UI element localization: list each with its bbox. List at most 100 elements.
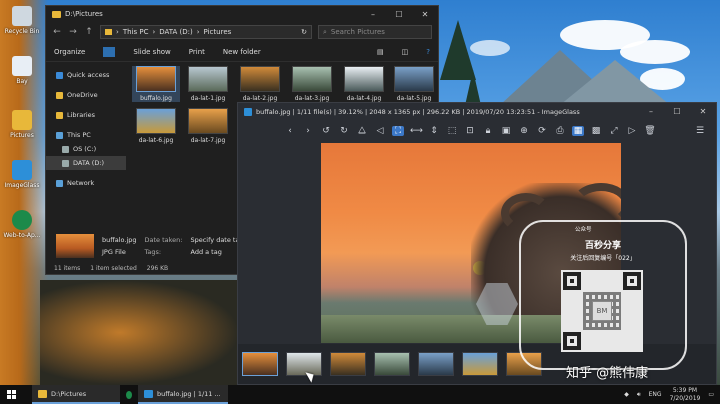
- taskbar-imageglass[interactable]: buffalo.jpg | 1/11 ...: [138, 385, 228, 404]
- checkerboard-icon[interactable]: ▩: [590, 126, 602, 136]
- nav-network[interactable]: Network: [46, 176, 126, 190]
- network-icon[interactable]: ◆: [624, 391, 629, 398]
- imageglass-icon: [144, 389, 153, 398]
- back-arrow-icon[interactable]: ←: [52, 27, 62, 37]
- slideshow-icon[interactable]: ▷: [626, 126, 638, 136]
- fullscreen-icon[interactable]: ⤢: [608, 126, 620, 136]
- recycle-bin-icon: [12, 6, 32, 26]
- file-thumbnail: [344, 66, 384, 92]
- maximize-button[interactable]: ☐: [386, 10, 412, 19]
- address-bar[interactable]: › This PC › DATA (D:) › Pictures ↻: [100, 25, 312, 39]
- status-selected: 1 item selected: [90, 264, 137, 272]
- gallery-thumbnail[interactable]: [242, 352, 278, 376]
- rotate-right-icon[interactable]: ↻: [338, 126, 350, 136]
- file-item[interactable]: da-lat-6.jpg: [132, 108, 180, 144]
- file-item[interactable]: da-lat-5.jpg: [390, 66, 438, 102]
- slideshow-button[interactable]: Slide show: [133, 48, 170, 56]
- maximize-button[interactable]: ☐: [664, 107, 690, 116]
- rotate-left-icon[interactable]: ↺: [320, 126, 332, 136]
- zoom-in-icon[interactable]: ⊕: [518, 126, 530, 136]
- delete-icon[interactable]: 🗑︎: [644, 126, 656, 136]
- volume-icon[interactable]: 🔊︎: [637, 391, 641, 399]
- zoom-auto-icon[interactable]: ⬚: [446, 126, 458, 136]
- details-thumbnail: [56, 234, 94, 258]
- menu-icon[interactable]: ☰: [694, 126, 706, 136]
- language-indicator[interactable]: ENG: [649, 391, 662, 398]
- nav-quick-access[interactable]: Quick access: [46, 68, 126, 82]
- minimize-button[interactable]: –: [638, 107, 664, 116]
- close-button[interactable]: ✕: [412, 10, 438, 19]
- lock-zoom-icon[interactable]: 🔒︎: [482, 126, 494, 136]
- help-icon[interactable]: ?: [426, 48, 430, 56]
- desktop-icon-bay[interactable]: Bay: [0, 56, 44, 85]
- web-app-icon: [12, 210, 32, 230]
- nav-os-c[interactable]: OS (C:): [46, 142, 126, 156]
- preview-pane-icon[interactable]: ◫: [402, 48, 409, 56]
- taskbar-explorer[interactable]: D:\Pictures: [32, 385, 120, 404]
- imageglass-icon: [244, 107, 252, 116]
- imageglass-titlebar[interactable]: buffalo.jpg | 1/11 file(s) | 39.12% | 20…: [238, 103, 716, 120]
- gallery-thumbnail[interactable]: [418, 352, 454, 376]
- clock-date: 7/20/2019: [669, 394, 701, 402]
- qr-badge: 公众号: [575, 227, 592, 233]
- clock[interactable]: 5:39 PM 7/20/2019: [670, 387, 701, 403]
- next-icon[interactable]: ›: [302, 126, 314, 136]
- gallery-thumbnail[interactable]: [286, 352, 322, 376]
- folder-icon: [38, 389, 47, 398]
- libraries-icon: [56, 111, 63, 119]
- zoom-width-icon[interactable]: ⟷: [410, 126, 423, 136]
- notification-icon[interactable]: ▭: [708, 391, 714, 398]
- flip-h-icon[interactable]: ⧋: [356, 126, 368, 136]
- prev-icon[interactable]: ‹: [284, 126, 296, 136]
- breadcrumb-this-pc[interactable]: This PC: [123, 28, 149, 36]
- refresh-icon[interactable]: ⟳: [536, 126, 548, 136]
- nav-onedrive[interactable]: OneDrive: [46, 88, 126, 102]
- qr-title: 百秒分享: [584, 241, 621, 251]
- flip-v-icon[interactable]: ◁: [374, 126, 386, 136]
- taskbar-pinned-app[interactable]: [120, 385, 138, 404]
- up-arrow-icon[interactable]: ↑: [84, 27, 94, 37]
- file-item[interactable]: da-lat-2.jpg: [236, 66, 284, 102]
- print-icon[interactable]: ⎙: [554, 126, 566, 136]
- computer-icon: [56, 131, 63, 139]
- status-size: 296 KB: [146, 264, 169, 272]
- close-button[interactable]: ✕: [690, 107, 716, 116]
- explorer-titlebar[interactable]: D:\Pictures – ☐ ✕: [46, 6, 438, 22]
- refresh-icon[interactable]: ↻: [301, 28, 307, 36]
- search-input[interactable]: ⌕ Search Pictures: [318, 25, 432, 39]
- start-button[interactable]: [0, 385, 22, 404]
- nav-data-d[interactable]: DATA (D:): [46, 156, 126, 170]
- file-thumbnail: [136, 66, 176, 92]
- organize-button[interactable]: Organize: [54, 48, 85, 56]
- new-folder-button[interactable]: New folder: [223, 48, 261, 56]
- file-item[interactable]: da-lat-3.jpg: [288, 66, 336, 102]
- watermark: 知乎 @熊伟康: [566, 366, 649, 381]
- file-item[interactable]: da-lat-1.jpg: [184, 66, 232, 102]
- file-thumbnail: [188, 108, 228, 134]
- breadcrumb-pictures[interactable]: Pictures: [204, 28, 232, 36]
- scale-to-fill-icon[interactable]: ▣: [500, 126, 512, 136]
- gallery-thumbnail[interactable]: [330, 352, 366, 376]
- view-icon[interactable]: [103, 46, 116, 57]
- desktop-icon-web-to-app[interactable]: Web-to-Ap...: [0, 210, 44, 239]
- file-item[interactable]: buffalo.jpg: [132, 66, 180, 102]
- forward-arrow-icon[interactable]: →: [68, 27, 78, 37]
- file-thumbnail: [136, 108, 176, 134]
- desktop-icon-imageglass[interactable]: ImageGlass: [0, 160, 44, 189]
- gallery-thumbnail[interactable]: [462, 352, 498, 376]
- nav-this-pc[interactable]: This PC: [46, 128, 126, 142]
- desktop-icon-pictures[interactable]: Pictures: [0, 110, 44, 139]
- gallery-icon[interactable]: ▦: [572, 126, 584, 136]
- minimize-button[interactable]: –: [360, 10, 386, 19]
- breadcrumb-data-d[interactable]: DATA (D:): [159, 28, 192, 36]
- zoom-fit-icon[interactable]: ⛶: [392, 126, 404, 136]
- gallery-thumbnail[interactable]: [374, 352, 410, 376]
- zoom-height-icon[interactable]: ⇕: [428, 126, 440, 136]
- desktop-icon-recycle-bin[interactable]: Recycle Bin: [0, 6, 44, 35]
- print-button[interactable]: Print: [189, 48, 205, 56]
- nav-libraries[interactable]: Libraries: [46, 108, 126, 122]
- file-item[interactable]: da-lat-7.jpg: [184, 108, 232, 144]
- zoom-scale-icon[interactable]: ⊡: [464, 126, 476, 136]
- layout-icon[interactable]: ▤: [377, 48, 384, 56]
- file-item[interactable]: da-lat-4.jpg: [340, 66, 388, 102]
